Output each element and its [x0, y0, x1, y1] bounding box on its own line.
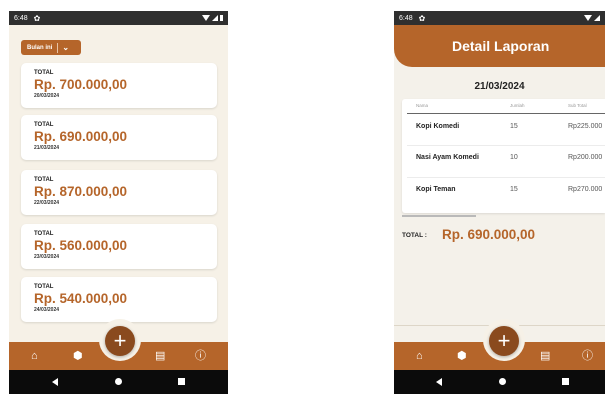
wifi-icon [202, 15, 210, 21]
gear-icon: ✿ [418, 13, 426, 23]
status-time: 6:48 [399, 14, 413, 22]
plus-icon: + [113, 328, 127, 353]
report-date: 21/03/2024 [474, 81, 525, 92]
system-navigation-bar [9, 370, 228, 394]
status-bar: 6:48 ✿ [9, 11, 228, 25]
row-divider [407, 145, 605, 146]
row-subtotal: Rp270.000 [568, 186, 603, 193]
home-circle-icon[interactable] [499, 378, 506, 385]
recent-apps-icon[interactable] [562, 378, 569, 385]
card-total-amount: Rp. 870.000,00 [34, 184, 128, 199]
wifi-icon [584, 15, 592, 21]
report-card[interactable]: TOTAL Rp. 870.000,00 22/03/2024 [21, 170, 217, 215]
page-title: Detail Laporan [452, 38, 550, 54]
clipboard-icon[interactable]: ▤ [155, 351, 165, 362]
card-date: 22/03/2024 [34, 200, 60, 206]
row-nama: Kopi Teman [416, 186, 456, 193]
detail-table: Nama Jumlah Sub Total Kopi Komedi 15 Rp2… [402, 99, 605, 213]
info-icon[interactable]: ⓘ [582, 351, 593, 362]
info-icon[interactable]: ⓘ [195, 351, 206, 362]
home-icon[interactable]: ⌂ [416, 351, 423, 362]
card-date: 20/03/2024 [34, 93, 60, 99]
gear-icon: ✿ [33, 13, 41, 23]
battery-icon [220, 15, 223, 21]
report-card[interactable]: TOTAL Rp. 540.000,00 24/03/2024 [21, 277, 217, 322]
row-jumlah: 15 [510, 123, 518, 130]
plus-icon: + [497, 328, 511, 353]
horizontal-scrollbar[interactable] [402, 215, 476, 217]
home-icon[interactable]: ⌂ [31, 351, 38, 362]
card-total-label: TOTAL [34, 231, 54, 237]
page-header: Detail Laporan [394, 25, 605, 67]
system-icons [202, 15, 223, 21]
clipboard-icon[interactable]: ▤ [540, 351, 550, 362]
report-card[interactable]: TOTAL Rp. 700.000,00 20/03/2024 [21, 63, 217, 108]
card-total-label: TOTAL [34, 177, 54, 183]
home-circle-icon[interactable] [115, 378, 122, 385]
system-navigation-bar [394, 370, 605, 394]
column-header-subtotal: Sub Total [568, 103, 587, 108]
row-nama: Nasi Ayam Komedi [416, 154, 479, 161]
box-icon[interactable]: ⬢ [457, 351, 467, 362]
card-total-label: TOTAL [34, 70, 54, 76]
chevron-down-icon: ⌄ [62, 43, 70, 52]
detail-laporan-screen: 6:48 ✿ Detail Laporan 21/03/2024 Nama Ju… [394, 11, 605, 394]
card-total-label: TOTAL [34, 122, 54, 128]
card-total-amount: Rp. 540.000,00 [34, 291, 128, 306]
report-card[interactable]: TOTAL Rp. 690.000,00 21/03/2024 [21, 115, 217, 160]
signal-icon [594, 15, 600, 21]
card-date: 23/03/2024 [34, 254, 60, 260]
report-card[interactable]: TOTAL Rp. 560.000,00 23/03/2024 [21, 224, 217, 269]
filter-divider [57, 42, 59, 53]
card-total-amount: Rp. 690.000,00 [34, 129, 128, 144]
column-header-nama: Nama [416, 103, 429, 108]
row-subtotal: Rp200.000 [568, 154, 603, 161]
status-bar: 6:48 ✿ [394, 11, 605, 25]
card-date: 21/03/2024 [34, 145, 60, 151]
row-divider [407, 177, 605, 178]
signal-icon [212, 15, 218, 21]
system-icons [584, 15, 600, 21]
recent-apps-icon[interactable] [178, 378, 185, 385]
column-header-jumlah: Jumlah [510, 103, 525, 108]
total-label: TOTAL : [402, 232, 427, 239]
filter-label: Bulan ini [27, 44, 53, 51]
back-icon[interactable] [52, 378, 58, 386]
month-filter-dropdown[interactable]: Bulan ini ⌄ [21, 40, 81, 55]
box-icon[interactable]: ⬢ [73, 351, 83, 362]
status-time: 6:48 [14, 14, 28, 22]
row-nama: Kopi Komedi [416, 123, 460, 130]
card-date: 24/03/2024 [34, 307, 60, 313]
back-icon[interactable] [436, 378, 442, 386]
header-divider [407, 113, 605, 114]
row-jumlah: 10 [510, 154, 518, 161]
total-amount: Rp. 690.000,00 [442, 227, 536, 242]
row-jumlah: 15 [510, 186, 518, 193]
laporan-list-screen: 6:48 ✿ Bulan ini ⌄ TOTAL Rp. 700.000,00 … [9, 11, 228, 394]
row-subtotal: Rp225.000 [568, 123, 603, 130]
card-total-amount: Rp. 560.000,00 [34, 238, 128, 253]
add-button[interactable]: + [105, 326, 135, 356]
card-total-label: TOTAL [34, 284, 54, 290]
add-button[interactable]: + [489, 326, 519, 356]
card-total-amount: Rp. 700.000,00 [34, 77, 128, 92]
